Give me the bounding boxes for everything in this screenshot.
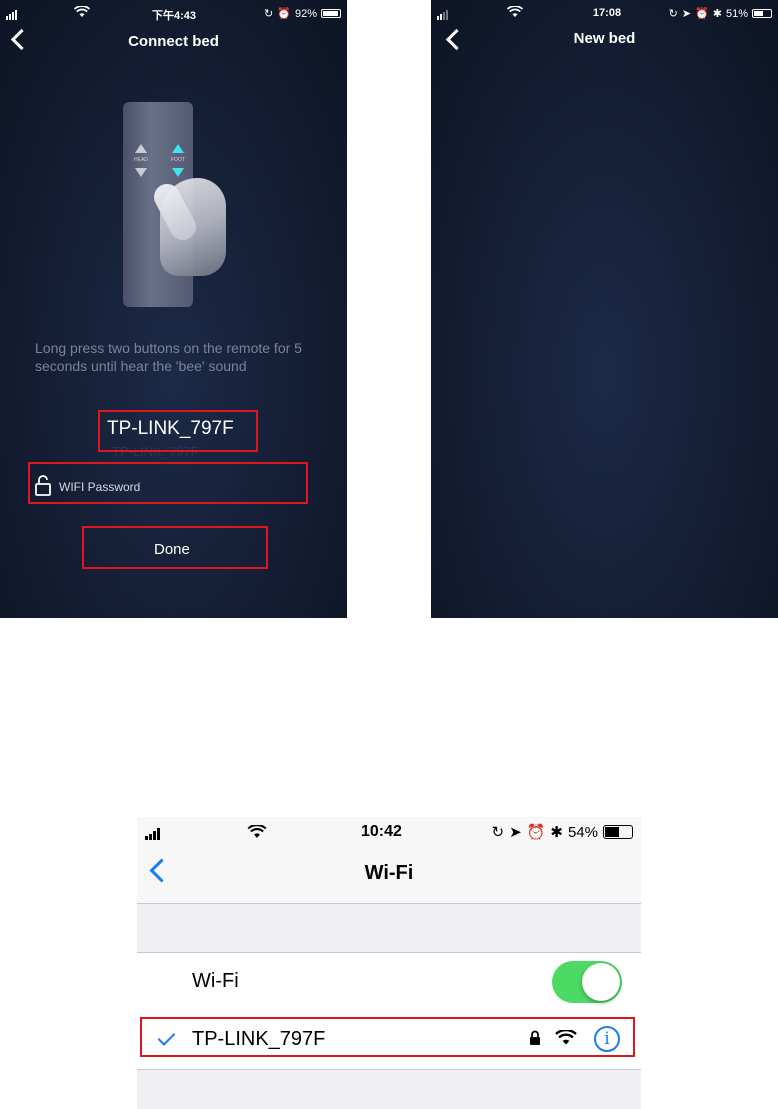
head-label: HEAD xyxy=(134,157,148,163)
wifi-toggle-switch[interactable] xyxy=(552,961,622,1003)
done-button-highlight xyxy=(82,526,268,569)
status-time: 10:42 xyxy=(361,823,402,840)
network-row-highlight xyxy=(140,1017,635,1057)
wifi-settings-screen: 10:42 ↻ ➤ ⏰ ✱ 54% Wi-Fi Wi-Fi TP-LINK_79… xyxy=(137,817,641,1109)
wifi-signal-icon xyxy=(507,6,523,17)
page-title: Connect bed xyxy=(128,33,219,50)
cell-signal-icon xyxy=(6,8,18,20)
status-bar: 10:42 ↻ ➤ ⏰ ✱ 54% xyxy=(137,817,641,847)
wifi-signal-icon xyxy=(247,825,267,838)
page-title: New bed xyxy=(573,30,636,47)
status-bar: 17:08 ↻ ➤ ⏰ ✱ 51% xyxy=(431,0,778,26)
bluetooth-icon: ✱ xyxy=(550,824,563,841)
nav-bar: New bed xyxy=(431,28,778,58)
instruction-text: Long press two buttons on the remote for… xyxy=(35,340,302,374)
bluetooth-icon: ✱ xyxy=(712,8,722,20)
toggle-knob xyxy=(582,963,620,1001)
head-down-arrow-icon xyxy=(135,168,147,177)
location-icon: ➤ xyxy=(509,824,522,841)
wifi-signal-icon xyxy=(74,6,90,17)
cell-signal-icon xyxy=(145,827,160,844)
network-name-highlight xyxy=(98,410,258,452)
battery-percent: 92% xyxy=(294,7,317,20)
password-field-highlight xyxy=(28,462,308,504)
battery-percent: 54% xyxy=(567,823,598,841)
foot-down-arrow-icon xyxy=(172,168,184,177)
foot-label: FOOT xyxy=(171,157,185,163)
wifi-toggle-row: Wi-Fi xyxy=(137,952,641,1012)
new-bed-screen: 17:08 ↻ ➤ ⏰ ✱ 51% New bed xyxy=(431,0,778,618)
battery-icon xyxy=(752,9,772,18)
foot-up-arrow-icon xyxy=(172,144,184,153)
rotation-lock-icon: ↻ xyxy=(264,8,274,20)
alarm-icon: ⏰ xyxy=(695,8,709,20)
wifi-toggle-label: Wi-Fi xyxy=(192,970,239,992)
page-title: Wi-Fi xyxy=(364,862,414,884)
battery-icon xyxy=(603,825,633,839)
nav-bar: Wi-Fi xyxy=(137,847,641,904)
battery-icon xyxy=(321,9,341,18)
location-icon: ➤ xyxy=(681,8,692,20)
status-bar: 下午4:43 ↻ ⏰ 92% xyxy=(0,0,347,26)
nav-bar: Connect bed xyxy=(0,28,347,58)
alarm-icon: ⏰ xyxy=(277,8,291,20)
rotation-lock-icon: ↻ xyxy=(668,8,678,20)
cell-signal-icon xyxy=(437,8,449,20)
head-up-arrow-icon xyxy=(135,144,147,153)
connect-bed-screen: 下午4:43 ↻ ⏰ 92% Connect bed HEAD FOOT Lon… xyxy=(0,0,347,618)
status-time: 下午4:43 xyxy=(151,10,197,22)
rotation-lock-icon: ↻ xyxy=(491,824,505,841)
battery-percent: 51% xyxy=(725,7,748,20)
status-time: 17:08 xyxy=(592,7,622,19)
alarm-icon: ⏰ xyxy=(526,824,546,841)
